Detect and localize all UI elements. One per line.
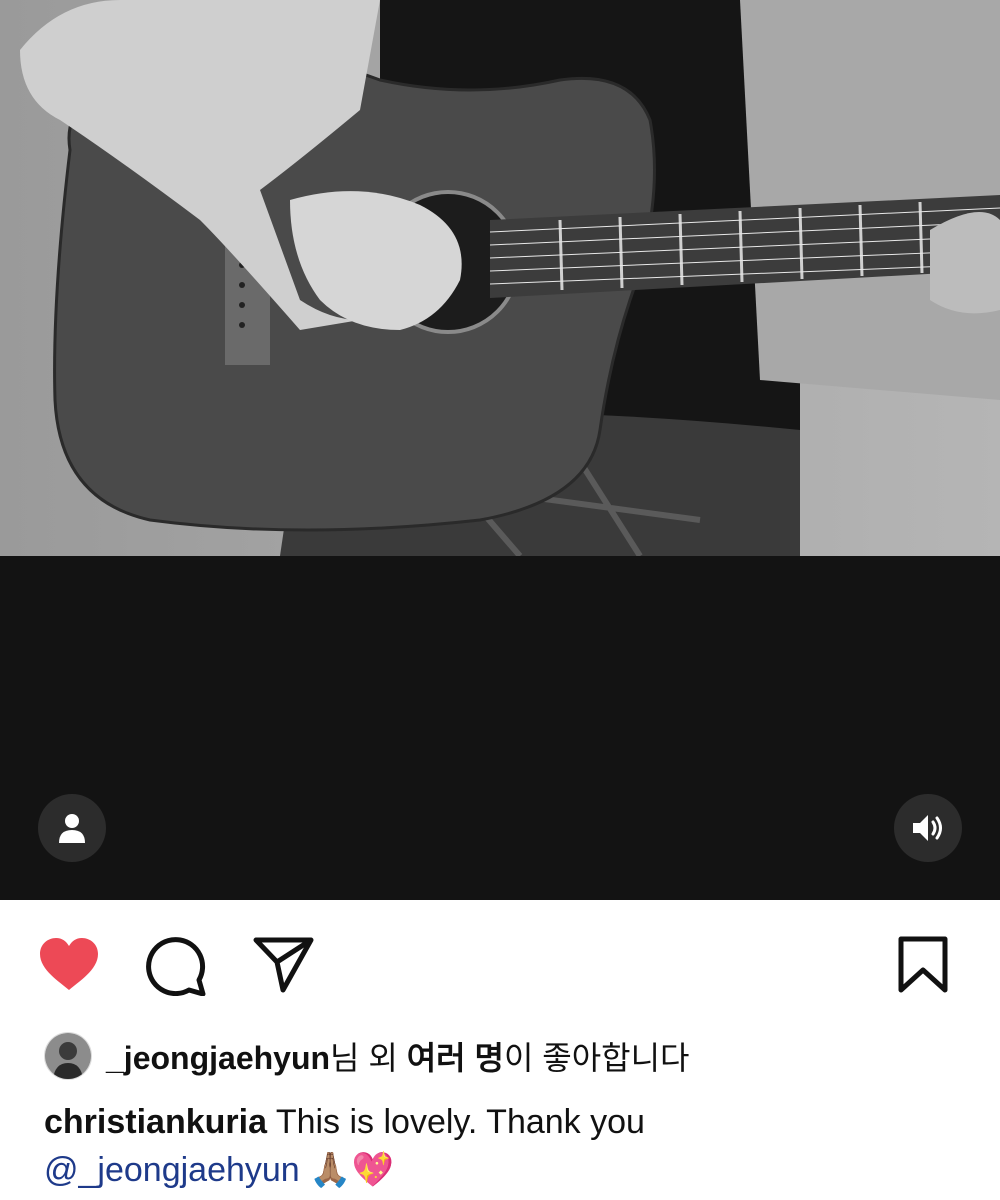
tagged-people-button[interactable] bbox=[38, 794, 106, 862]
others-link[interactable]: 여러 명 bbox=[407, 1040, 504, 1076]
caption-emoji: 🙏🏽💖 bbox=[299, 1151, 394, 1189]
mention-link[interactable]: @_jeongjaehyun bbox=[44, 1151, 300, 1189]
post-caption: christiankuria This is lovely. Thank you… bbox=[44, 1098, 964, 1194]
save-button[interactable] bbox=[895, 936, 951, 999]
caption-username[interactable]: christiankuria bbox=[44, 1103, 267, 1141]
paper-plane-icon bbox=[253, 937, 314, 993]
comment-icon bbox=[146, 937, 206, 997]
mute-toggle-button[interactable] bbox=[894, 794, 962, 862]
likes-text: _jeongjaehyun님 외 여러 명이 좋아합니다 bbox=[106, 1040, 690, 1076]
post-media[interactable] bbox=[0, 0, 1000, 900]
avatar[interactable] bbox=[44, 1032, 92, 1080]
heart-icon bbox=[40, 938, 98, 990]
bookmark-icon bbox=[898, 936, 948, 993]
speaker-icon bbox=[913, 815, 942, 841]
share-button[interactable] bbox=[253, 936, 315, 999]
video-frame[interactable] bbox=[0, 0, 1000, 556]
like-button[interactable] bbox=[38, 936, 100, 997]
likes-summary[interactable]: _jeongjaehyun님 외 여러 명이 좋아합니다 bbox=[44, 1032, 689, 1080]
comment-button[interactable] bbox=[145, 936, 207, 1001]
person-icon bbox=[59, 814, 85, 843]
action-bar bbox=[0, 900, 1000, 1030]
liker-username[interactable]: _jeongjaehyun bbox=[106, 1040, 330, 1076]
caption-text: This is lovely. Thank you bbox=[266, 1103, 645, 1141]
